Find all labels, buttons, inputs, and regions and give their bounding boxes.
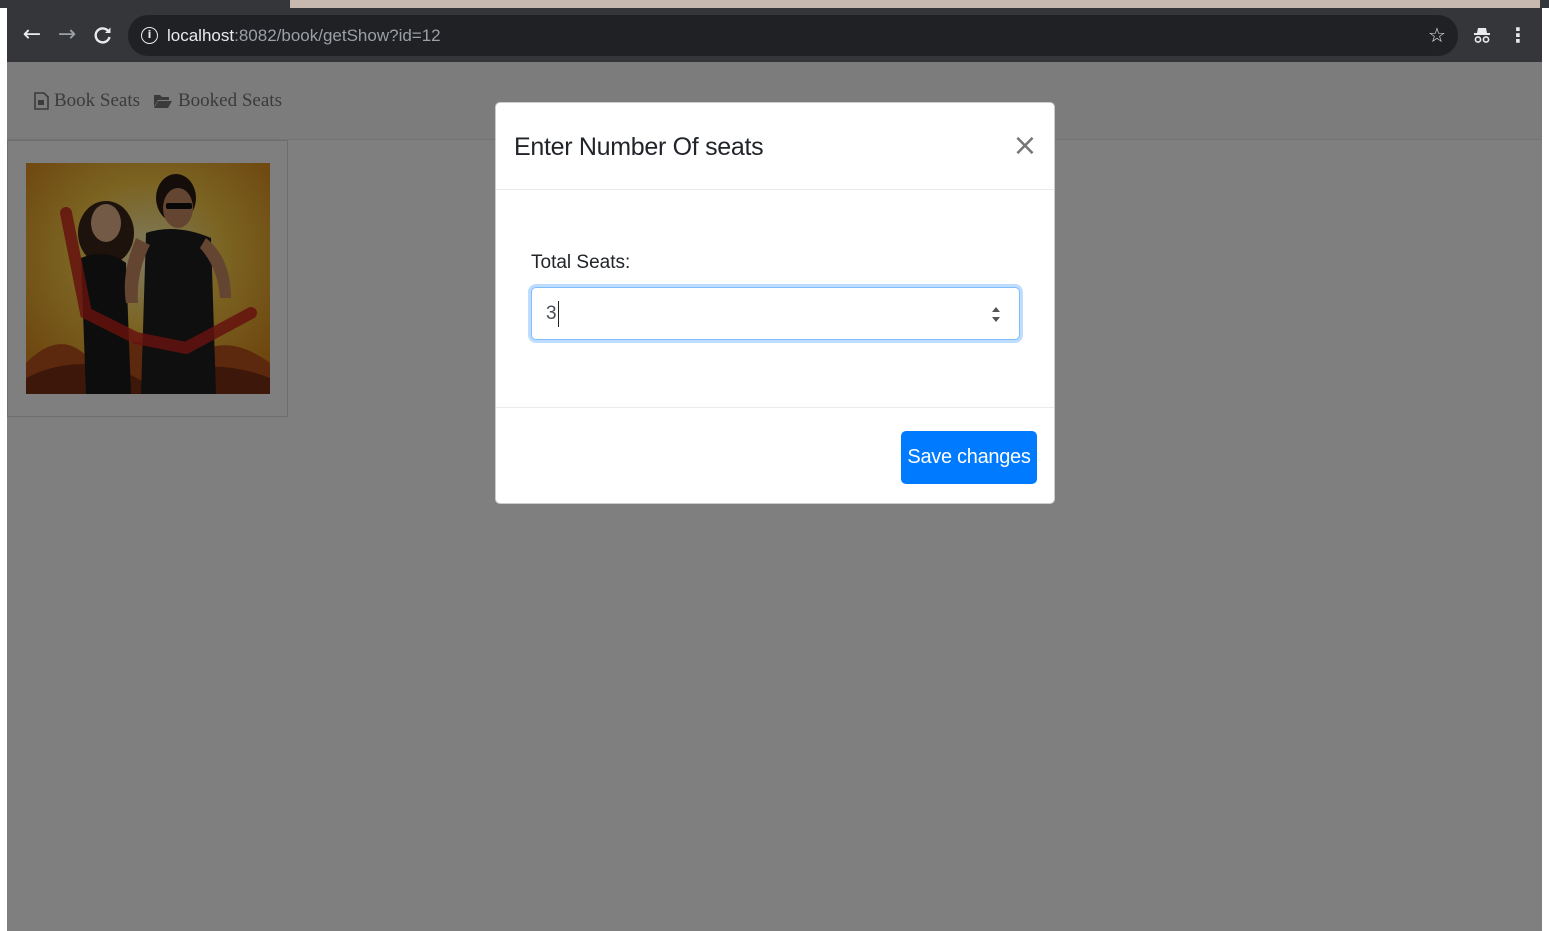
modal-body: Total Seats: 3: [496, 190, 1054, 407]
url-host: localhost: [167, 26, 235, 45]
total-seats-value: 3: [546, 303, 557, 324]
spin-up-icon[interactable]: [992, 307, 1000, 312]
site-info-icon[interactable]: i: [141, 27, 158, 44]
modal-header: Enter Number Of seats ×: [496, 103, 1054, 190]
modal-title: Enter Number Of seats: [514, 133, 764, 161]
close-icon[interactable]: ×: [1010, 129, 1040, 163]
number-spinner[interactable]: [988, 299, 1004, 329]
url-path: :8082/book/getShow?id=12: [234, 26, 441, 45]
save-changes-button[interactable]: Save changes: [901, 431, 1037, 484]
spin-down-icon[interactable]: [992, 317, 1000, 322]
url-text[interactable]: localhost:8082/book/getShow?id=12: [167, 26, 441, 46]
browser-toolbar: ← → i localhost:8082/book/getShow?id=12 …: [7, 8, 1542, 62]
reload-icon[interactable]: [88, 20, 118, 50]
bookmark-star-icon[interactable]: ☆: [1423, 20, 1451, 50]
modal-footer: Save changes: [496, 407, 1054, 505]
text-caret: [558, 301, 559, 327]
browser-tab-strip: [0, 0, 1549, 8]
forward-arrow-icon[interactable]: →: [52, 20, 82, 50]
seats-modal: Enter Number Of seats × Total Seats: 3 S…: [495, 102, 1055, 504]
total-seats-input[interactable]: 3: [531, 287, 1020, 340]
total-seats-label: Total Seats:: [531, 252, 631, 273]
incognito-icon[interactable]: [1468, 20, 1496, 52]
menu-kebab-icon[interactable]: ⋮: [1504, 20, 1532, 50]
back-arrow-icon[interactable]: ←: [17, 20, 47, 50]
browser-tab-edge: [290, 0, 1540, 8]
address-bar[interactable]: i localhost:8082/book/getShow?id=12: [128, 15, 1458, 56]
